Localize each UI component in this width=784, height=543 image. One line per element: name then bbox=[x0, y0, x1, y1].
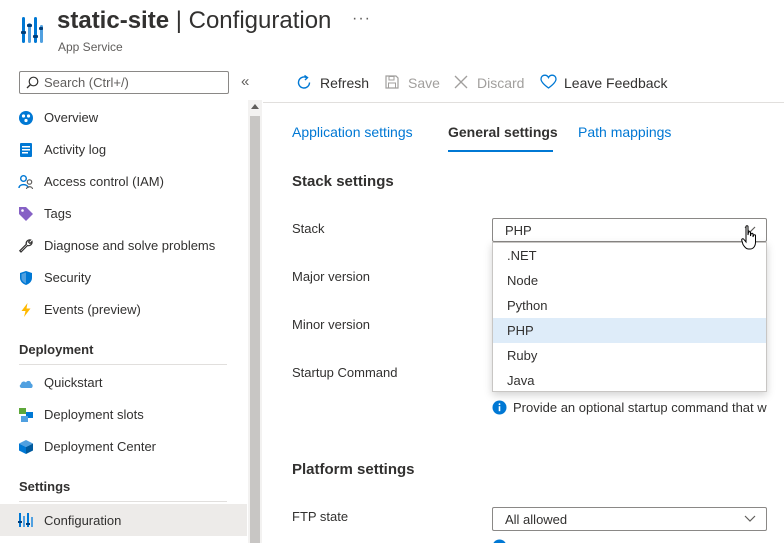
stack-dropdown-list: .NET Node Python PHP Ruby Java bbox=[492, 242, 767, 392]
refresh-label: Refresh bbox=[320, 75, 370, 91]
more-options-button[interactable]: ··· bbox=[352, 10, 371, 28]
iam-icon bbox=[18, 175, 34, 190]
save-button[interactable]: Save bbox=[384, 73, 440, 93]
discard-label: Discard bbox=[477, 75, 525, 91]
info-icon bbox=[492, 400, 507, 415]
section-divider bbox=[19, 364, 227, 365]
startup-info-text: Provide an optional startup command that… bbox=[513, 400, 767, 415]
stack-option[interactable]: Node bbox=[493, 268, 766, 293]
minor-version-label: Minor version bbox=[292, 317, 371, 332]
sidebar-item-label: Overview bbox=[44, 110, 99, 125]
refresh-button[interactable]: Refresh bbox=[296, 73, 372, 93]
activity-log-icon bbox=[20, 143, 32, 157]
stack-label: Stack bbox=[292, 221, 325, 236]
ftp-state-dropdown[interactable]: All allowed bbox=[492, 507, 767, 531]
lightning-icon bbox=[21, 303, 31, 317]
cloud-icon bbox=[19, 380, 33, 388]
sidebar-item-label: Deployment Center bbox=[44, 439, 156, 454]
sidebar-item-label: Tags bbox=[44, 206, 72, 221]
overview-icon bbox=[19, 111, 33, 125]
stack-option[interactable]: .NET bbox=[493, 243, 766, 268]
active-tab-indicator bbox=[448, 150, 553, 152]
heart-icon bbox=[540, 74, 557, 89]
chevron-down-icon bbox=[744, 515, 756, 522]
sidebar-item-quickstart[interactable]: Quickstart bbox=[0, 368, 247, 398]
discard-button[interactable]: Discard bbox=[453, 73, 525, 93]
stack-option-label: .NET bbox=[507, 248, 537, 263]
page-name: Configuration bbox=[188, 7, 332, 34]
hand-cursor-icon bbox=[741, 225, 756, 250]
configuration-app-icon bbox=[21, 17, 43, 43]
page-header: static-site | Configuration ··· App Serv… bbox=[0, 0, 784, 62]
wrench-icon bbox=[18, 239, 33, 253]
page-subtitle: App Service bbox=[58, 40, 123, 54]
sidebar-item-label: Events (preview) bbox=[44, 302, 141, 317]
ftp-state-label: FTP state bbox=[292, 509, 349, 524]
page-title: static-site | Configuration bbox=[57, 7, 331, 35]
sidebar-item-diagnose[interactable]: Diagnose and solve problems bbox=[0, 231, 247, 261]
stack-option-label: PHP bbox=[507, 323, 534, 338]
sidebar-search[interactable] bbox=[19, 71, 229, 94]
scroll-up-arrow-icon[interactable] bbox=[251, 104, 259, 109]
sidebar-item-label: Activity log bbox=[44, 142, 107, 157]
collapse-sidebar-button[interactable]: « bbox=[241, 73, 249, 90]
ftp-state-value: All allowed bbox=[505, 512, 568, 527]
stack-settings-heading: Stack settings bbox=[292, 173, 394, 190]
section-title-deployment: Deployment bbox=[19, 342, 94, 357]
stack-option[interactable]: Python bbox=[493, 293, 766, 318]
title-separator: | bbox=[175, 7, 182, 34]
stack-option-label: Node bbox=[507, 273, 539, 288]
slots-icon bbox=[19, 408, 33, 422]
sidebar-item-activity-log[interactable]: Activity log bbox=[0, 135, 247, 165]
startup-command-label: Startup Command bbox=[292, 365, 398, 380]
major-version-label: Major version bbox=[292, 269, 371, 284]
stack-option[interactable]: Java bbox=[493, 368, 766, 393]
stack-dropdown[interactable]: PHP bbox=[492, 218, 767, 242]
toolbar-divider bbox=[263, 102, 784, 103]
cube-icon bbox=[19, 440, 33, 454]
refresh-icon bbox=[297, 74, 311, 89]
configuration-icon bbox=[18, 513, 33, 527]
info-icon bbox=[493, 539, 506, 543]
leave-feedback-label: Leave Feedback bbox=[564, 75, 668, 91]
sidebar-item-deployment-slots[interactable]: Deployment slots bbox=[0, 400, 247, 430]
search-icon bbox=[26, 76, 39, 89]
save-label: Save bbox=[408, 75, 440, 91]
sidebar-item-label: Quickstart bbox=[44, 375, 103, 390]
close-icon bbox=[454, 75, 468, 89]
scrollbar-thumb[interactable] bbox=[250, 116, 260, 543]
sidebar-item-label: Access control (IAM) bbox=[44, 174, 164, 189]
stack-option-label: Python bbox=[507, 298, 548, 313]
search-input[interactable] bbox=[44, 74, 224, 91]
save-icon bbox=[385, 75, 399, 89]
sidebar-item-configuration[interactable]: Configuration bbox=[0, 504, 247, 536]
sidebar-item-overview[interactable]: Overview bbox=[0, 103, 247, 133]
stack-dropdown-value: PHP bbox=[505, 223, 532, 238]
tab-path-mappings[interactable]: Path mappings bbox=[578, 124, 671, 140]
sidebar-item-label: Deployment slots bbox=[44, 407, 144, 422]
sidebar-item-label: Security bbox=[44, 270, 91, 285]
section-title-settings: Settings bbox=[19, 479, 71, 494]
stack-option-selected[interactable]: PHP bbox=[493, 318, 766, 343]
leave-feedback-button[interactable]: Leave Feedback bbox=[540, 73, 668, 93]
section-divider bbox=[19, 501, 227, 502]
sidebar-item-security[interactable]: Security bbox=[0, 263, 247, 293]
sidebar-item-iam[interactable]: Access control (IAM) bbox=[0, 167, 247, 197]
tab-application-settings[interactable]: Application settings bbox=[292, 124, 413, 140]
sidebar-item-tags[interactable]: Tags bbox=[0, 199, 247, 229]
site-name: static-site bbox=[57, 7, 170, 34]
stack-option[interactable]: Ruby bbox=[493, 343, 766, 368]
sidebar-item-label: Configuration bbox=[44, 513, 122, 528]
sidebar-item-label: Diagnose and solve problems bbox=[44, 238, 216, 253]
platform-settings-heading: Platform settings bbox=[292, 461, 415, 478]
sidebar-item-deployment-center[interactable]: Deployment Center bbox=[0, 432, 247, 462]
stack-option-label: Ruby bbox=[507, 348, 538, 363]
tag-icon bbox=[19, 207, 33, 221]
tab-general-settings[interactable]: General settings bbox=[448, 124, 558, 140]
sidebar-item-events[interactable]: Events (preview) bbox=[0, 295, 247, 325]
shield-icon bbox=[20, 271, 32, 285]
stack-option-label: Java bbox=[507, 373, 535, 388]
